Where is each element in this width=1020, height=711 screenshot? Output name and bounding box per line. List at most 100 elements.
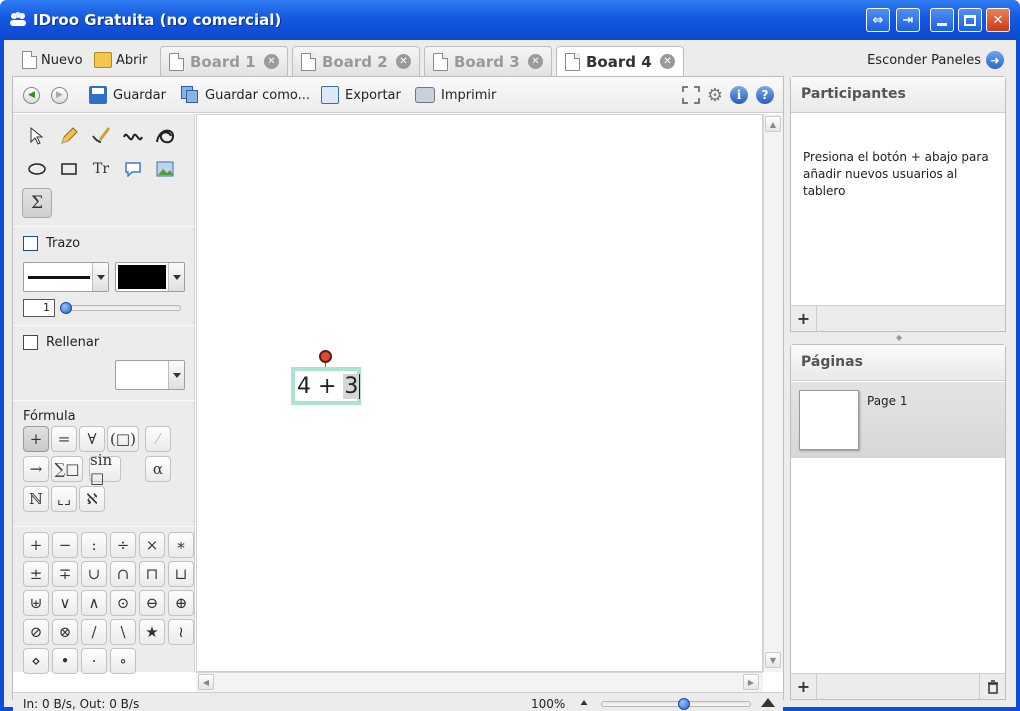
line-style-select[interactable] (23, 262, 109, 292)
formula-category-operators[interactable]: + (23, 426, 49, 452)
brush-tool[interactable] (87, 122, 115, 150)
title-bar[interactable]: IDroo Gratuita (no comercial) ⇔ ⇥ ✕ (0, 0, 1020, 40)
image-tool[interactable] (151, 155, 179, 183)
stroke-color-select[interactable] (115, 262, 185, 292)
ellipse-tool[interactable] (23, 155, 51, 183)
chevron-down-icon[interactable] (168, 263, 184, 291)
panel-splitter[interactable]: ◆ (896, 333, 902, 342)
operator-button[interactable]: · (81, 648, 107, 674)
operator-button[interactable]: − (52, 532, 78, 558)
exit-icon[interactable]: ⇥ (896, 8, 920, 32)
operator-button[interactable]: ★ (139, 619, 165, 645)
operator-button[interactable]: ÷ (110, 532, 136, 558)
maximize-button[interactable] (958, 8, 982, 32)
comment-tool[interactable] (119, 155, 147, 183)
forward-button[interactable]: ▶ (51, 85, 68, 105)
scroll-up-icon[interactable]: ▲ (765, 116, 781, 132)
scroll-right-icon[interactable]: ▶ (743, 674, 759, 690)
fullscreen-button[interactable] (681, 85, 701, 105)
operator-button[interactable]: + (23, 532, 49, 558)
zoom-out-icon[interactable] (580, 700, 588, 705)
stroke-width-input[interactable]: 1 (23, 299, 55, 317)
new-button[interactable]: Nuevo (22, 49, 83, 71)
close-tab-icon[interactable]: ✕ (264, 54, 279, 69)
formula-category-fraction[interactable]: ⁄ (145, 426, 171, 452)
save-button[interactable]: Guardar (89, 85, 166, 105)
close-tab-icon[interactable]: ✕ (396, 54, 411, 69)
text-tool[interactable]: Tr (87, 155, 115, 183)
page-item[interactable]: Page 1 (791, 382, 1005, 458)
close-tab-icon[interactable]: ✕ (528, 54, 543, 69)
formula-category-arrows[interactable]: → (23, 456, 49, 482)
tab-board-3[interactable]: Board 3 ✕ (424, 46, 552, 76)
operator-button[interactable]: ⋄ (23, 648, 49, 674)
operator-button[interactable]: ≀ (168, 619, 194, 645)
formula-category-quantifiers[interactable]: ∀ (79, 426, 105, 452)
scroll-left-icon[interactable]: ◀ (198, 674, 214, 690)
operator-button[interactable]: ⊗ (52, 619, 78, 645)
operator-button[interactable]: ⊓ (139, 561, 165, 587)
settings-button[interactable]: ⚙ (705, 85, 725, 106)
operator-button[interactable]: \ (110, 619, 136, 645)
open-button[interactable]: Abrir (94, 49, 147, 71)
add-participant-button[interactable]: + (791, 306, 817, 331)
zoom-in-icon[interactable] (761, 698, 775, 707)
print-button[interactable]: Imprimir (415, 85, 496, 105)
chevron-down-icon[interactable] (92, 263, 108, 291)
tab-board-4[interactable]: Board 4 ✕ (556, 46, 684, 77)
operator-button[interactable]: ⊎ (23, 590, 49, 616)
operator-button[interactable]: ⊙ (110, 590, 136, 616)
operator-button[interactable]: ⊖ (139, 590, 165, 616)
tab-board-1[interactable]: Board 1 ✕ (160, 46, 288, 76)
rectangle-tool[interactable] (55, 155, 83, 183)
tab-board-2[interactable]: Board 2 ✕ (292, 46, 420, 76)
save-as-button[interactable]: Guardar como... (181, 85, 310, 105)
horizontal-scrollbar[interactable]: ◀ ▶ (196, 672, 763, 692)
back-button[interactable]: ◀ (23, 85, 40, 105)
fill-checkbox[interactable] (23, 335, 38, 350)
help-button[interactable]: ? (755, 85, 775, 105)
formula-category-sets[interactable]: ℕ (23, 486, 49, 512)
freehand-tool[interactable] (119, 122, 147, 150)
formula-category-greek[interactable]: α (145, 456, 171, 482)
stroke-width-slider[interactable] (61, 305, 181, 311)
scroll-down-icon[interactable]: ▼ (765, 652, 781, 668)
formula-category-hebrew[interactable]: ℵ (79, 486, 105, 512)
operator-button[interactable]: ∓ (52, 561, 78, 587)
fill-toggle[interactable]: Rellenar (23, 335, 99, 350)
operator-button[interactable]: ⊘ (23, 619, 49, 645)
hide-panels-button[interactable]: Esconder Paneles ➜ (867, 51, 1004, 69)
formula-category-spacing[interactable]: ⌞⌟ (51, 486, 77, 512)
formula-category-sums[interactable]: ∑□ (51, 456, 83, 482)
operator-button[interactable]: ⊔ (168, 561, 194, 587)
slider-knob[interactable] (60, 302, 72, 314)
operator-button[interactable]: ± (23, 561, 49, 587)
swap-icon[interactable]: ⇔ (866, 8, 890, 32)
operator-button[interactable]: ⊕ (168, 590, 194, 616)
operator-button[interactable]: • (52, 648, 78, 674)
operator-button[interactable]: ∘ (110, 648, 136, 674)
vertical-scrollbar[interactable]: ▲ ▼ (763, 114, 783, 672)
export-button[interactable]: Exportar (321, 85, 401, 105)
stroke-toggle[interactable]: Trazo (23, 236, 80, 251)
operator-button[interactable]: ∪ (81, 561, 107, 587)
formula-category-brackets[interactable]: (□) (107, 426, 139, 452)
pencil-tool[interactable] (55, 122, 83, 150)
select-tool[interactable] (23, 122, 51, 150)
zoom-slider-knob[interactable] (677, 698, 690, 710)
operator-button[interactable]: : (81, 532, 107, 558)
add-page-button[interactable]: + (791, 674, 817, 699)
operator-button[interactable]: ∗ (168, 532, 194, 558)
minimize-button[interactable] (930, 8, 954, 32)
formula-category-relations[interactable]: = (51, 426, 77, 452)
connector-tool[interactable] (151, 122, 179, 150)
rotate-handle[interactable] (319, 350, 332, 363)
stroke-checkbox[interactable] (23, 236, 38, 251)
operator-button[interactable]: / (81, 619, 107, 645)
close-button[interactable]: ✕ (986, 8, 1010, 32)
formula-object[interactable]: 4 + 3 (291, 367, 361, 405)
operator-button[interactable]: ∧ (81, 590, 107, 616)
info-button[interactable]: i (729, 85, 749, 105)
formula-category-functions[interactable]: sin □ (89, 451, 121, 487)
close-tab-icon[interactable]: ✕ (660, 54, 675, 69)
